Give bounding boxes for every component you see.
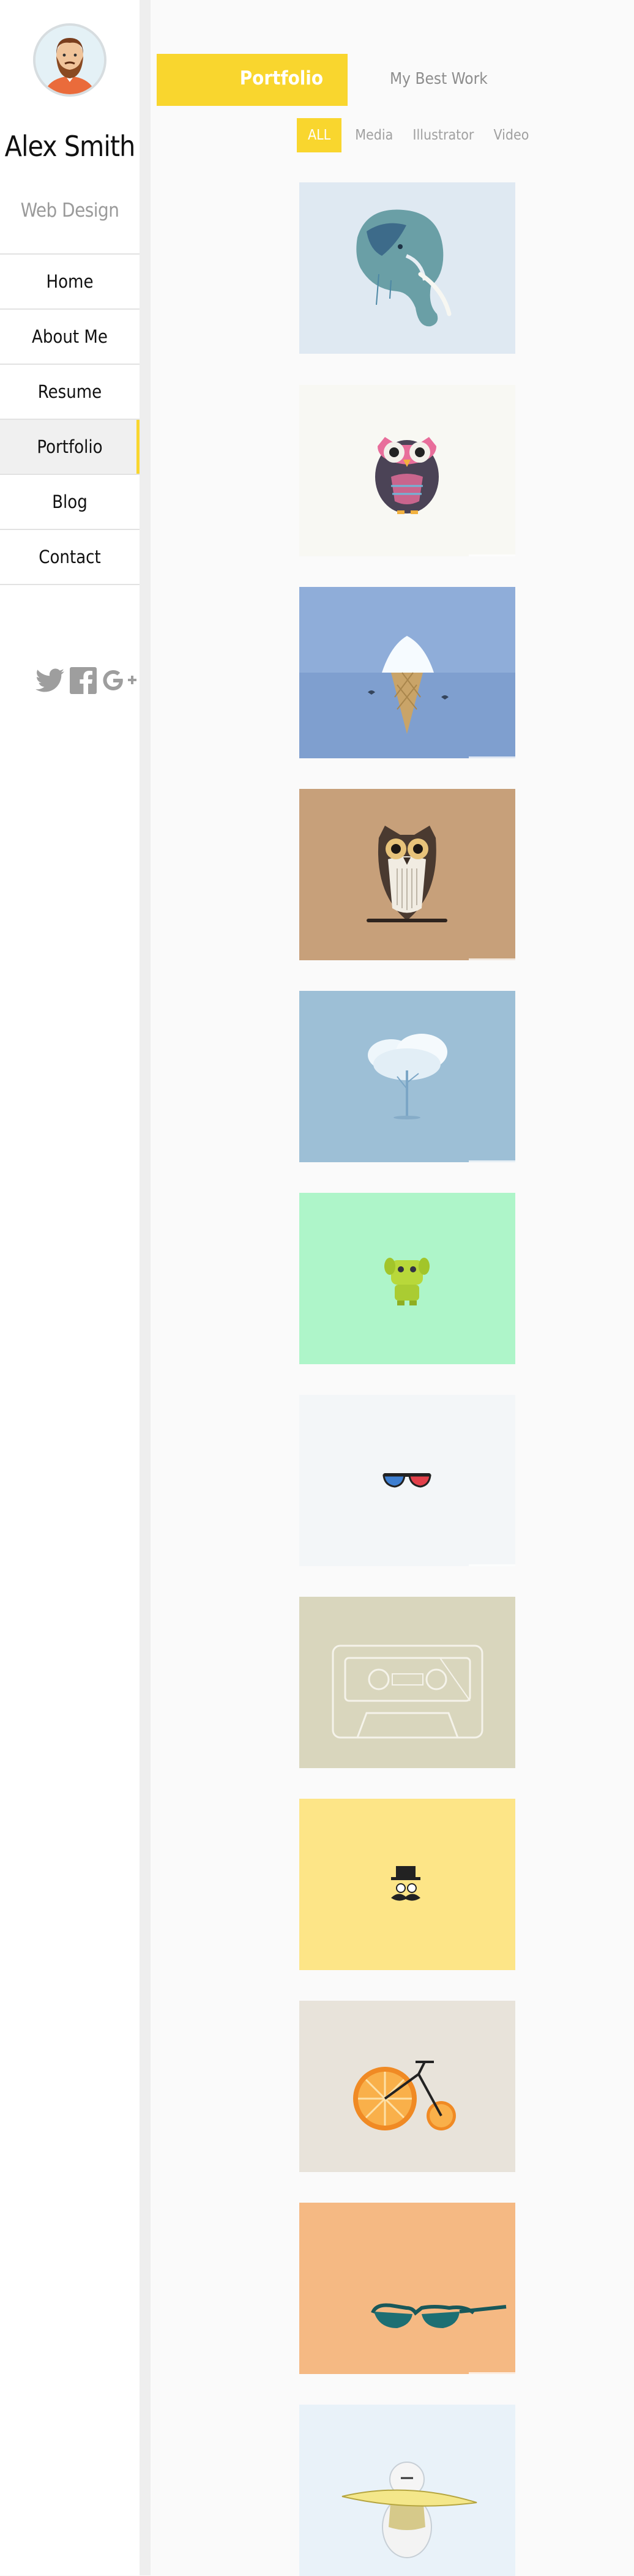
sidebar: Alex Smith Web Design Home About Me Resu…: [0, 0, 140, 2575]
card-accent: [469, 554, 515, 556]
nav-item-contact[interactable]: Contact: [0, 530, 140, 585]
portfolio-item-sunglasses[interactable]: [299, 2203, 515, 2374]
profile-name: Alex Smith: [4, 130, 136, 163]
filter-all[interactable]: ALL: [297, 118, 342, 152]
portfolio-item-orange-bicycle[interactable]: [299, 2001, 515, 2172]
filter-media[interactable]: Media: [355, 127, 393, 143]
card-accent: [469, 1160, 515, 1162]
portfolio-item-owl-pink[interactable]: [299, 385, 515, 556]
card-accent: [469, 756, 515, 758]
portfolio-filters: ALL Media Illustrator Video: [297, 118, 548, 152]
portfolio-item-iceberg-cone[interactable]: [299, 587, 515, 758]
portfolio-item-surfer[interactable]: [299, 2405, 515, 2576]
facebook-icon[interactable]: [70, 667, 97, 697]
portfolio-item-green-robot[interactable]: [299, 1193, 515, 1364]
profile-role: Web Design: [20, 200, 119, 222]
twitter-icon[interactable]: [35, 668, 65, 696]
google-plus-icon[interactable]: [102, 668, 138, 696]
portfolio-item-3d-glasses[interactable]: [299, 1395, 515, 1566]
portfolio-item-cassette[interactable]: [299, 1597, 515, 1768]
page-title-tab: Portfolio: [157, 54, 348, 106]
main-nav: Home About Me Resume Portfolio Blog Cont…: [0, 253, 140, 585]
card-accent: [469, 958, 515, 960]
portfolio-item-elephant[interactable]: [299, 182, 515, 354]
filter-illustrator[interactable]: Illustrator: [412, 127, 474, 143]
sidebar-gutter: [140, 0, 151, 2575]
card-accent: [469, 1564, 515, 1566]
page-subtitle: My Best Work: [390, 70, 488, 88]
nav-item-about-me[interactable]: About Me: [0, 310, 140, 365]
portfolio-item-snowy-tree[interactable]: [299, 991, 515, 1162]
nav-item-home[interactable]: Home: [0, 255, 140, 310]
filter-video[interactable]: Video: [493, 127, 529, 143]
card-accent: [469, 2372, 515, 2374]
nav-item-resume[interactable]: Resume: [0, 365, 140, 420]
avatar-illustration: [35, 26, 104, 94]
nav-item-portfolio[interactable]: Portfolio: [0, 420, 140, 475]
page-title: Portfolio: [239, 67, 323, 89]
avatar: [33, 23, 106, 97]
nav-item-blog[interactable]: Blog: [0, 475, 140, 530]
portfolio-item-mustache-man[interactable]: [299, 1799, 515, 1970]
social-links: [35, 667, 138, 697]
portfolio-item-owl-brown[interactable]: [299, 789, 515, 960]
